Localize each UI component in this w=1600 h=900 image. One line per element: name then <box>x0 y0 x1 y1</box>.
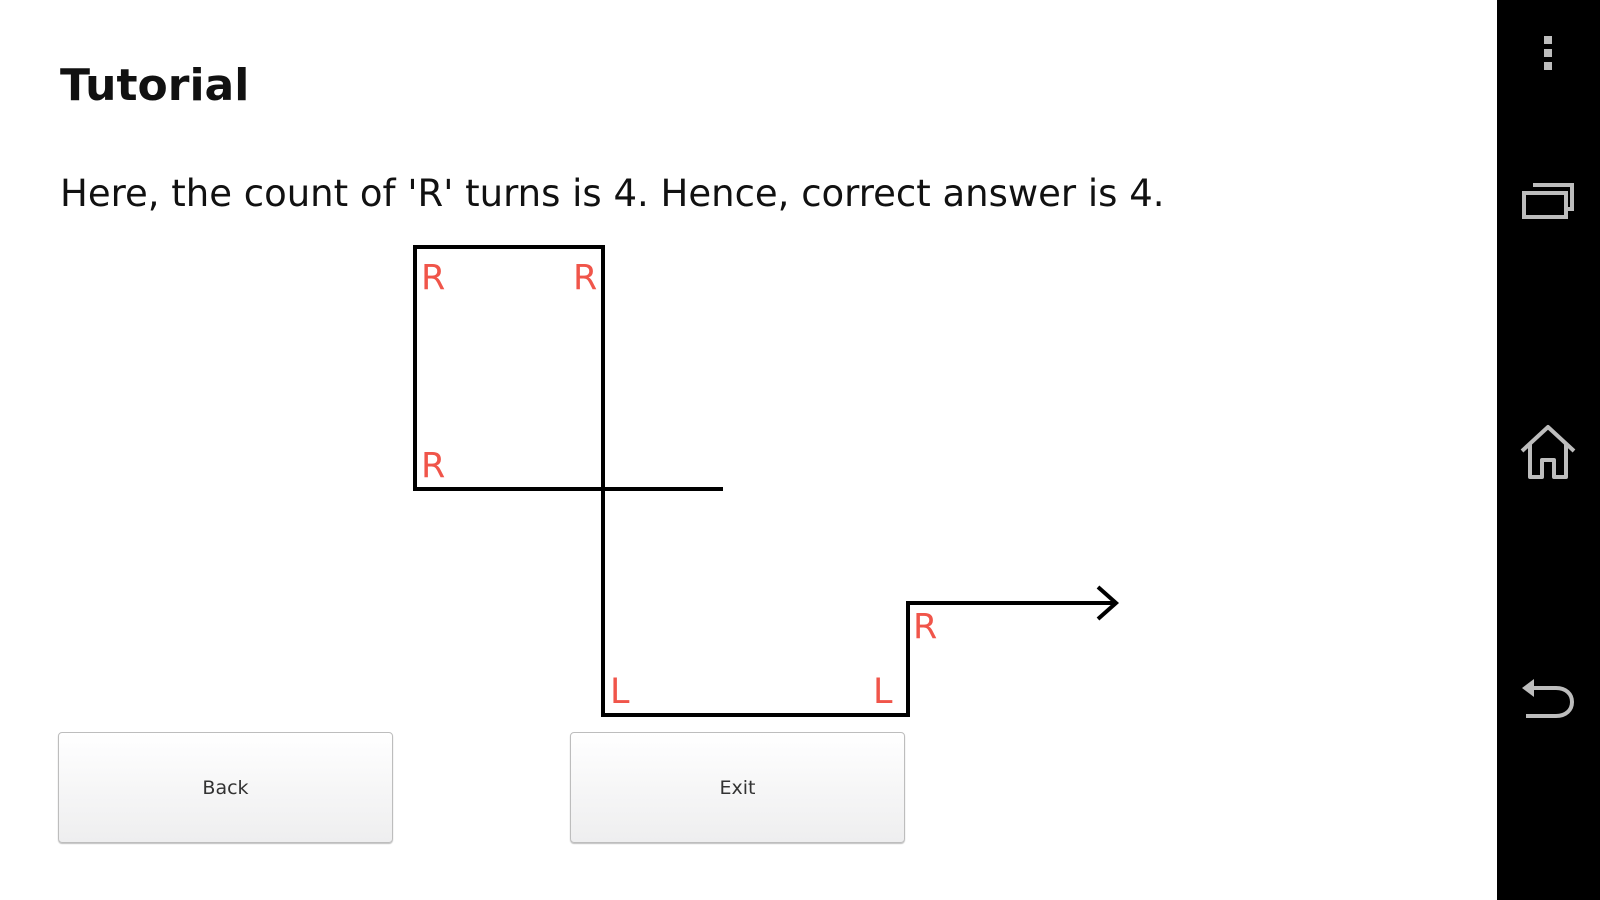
back-icon[interactable] <box>1510 666 1586 736</box>
turn-label: R <box>421 258 445 298</box>
turn-label: R <box>573 258 597 298</box>
back-button[interactable]: Back <box>58 732 393 843</box>
route-path <box>413 245 1114 717</box>
turn-label: L <box>610 672 630 712</box>
tutorial-screen: Tutorial Here, the count of 'R' turns is… <box>0 0 1497 900</box>
home-icon[interactable] <box>1510 417 1586 487</box>
recent-apps-icon[interactable] <box>1510 166 1586 236</box>
exit-button[interactable]: Exit <box>570 732 905 843</box>
turn-label: L <box>873 672 893 712</box>
overflow-menu-icon[interactable] <box>1510 18 1586 88</box>
turn-label: R <box>913 607 937 647</box>
turn-label: R <box>421 446 445 486</box>
